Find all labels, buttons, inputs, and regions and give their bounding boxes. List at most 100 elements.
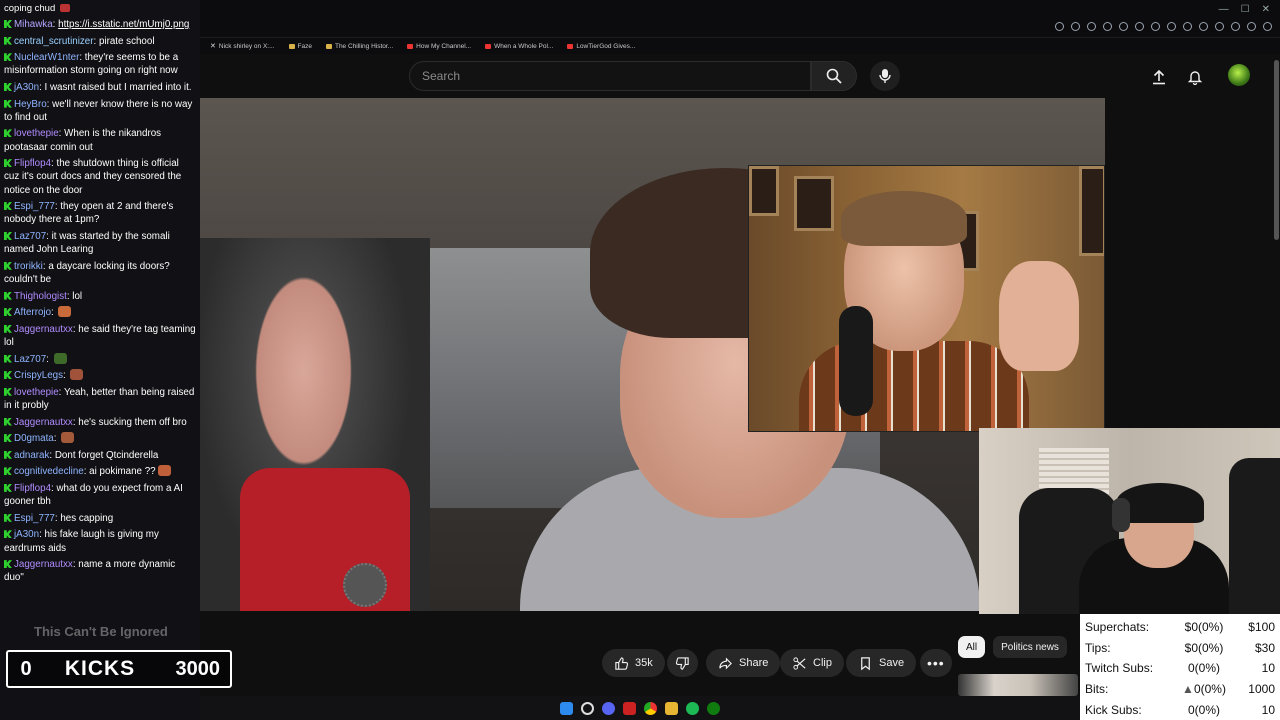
chip-all[interactable]: All	[958, 636, 986, 658]
menu-icon[interactable]	[1263, 22, 1272, 31]
chat-message: jA30n: I wasnt raised but I married into…	[4, 81, 196, 94]
extension-icon[interactable]	[1087, 22, 1096, 31]
chat-message: central_scrutinizer: pirate school	[4, 35, 196, 48]
chat-username[interactable]: cognitivedecline	[14, 466, 84, 477]
extension-icon[interactable]	[1167, 22, 1176, 31]
chat-username[interactable]: Laz707	[14, 354, 46, 365]
chat-username[interactable]: central_scrutinizer	[14, 36, 94, 47]
upload-button[interactable]	[1148, 66, 1170, 88]
xbox-icon[interactable]	[707, 701, 720, 715]
bookmark[interactable]: How My Channel...	[407, 43, 471, 50]
chat-username[interactable]: lovethepie	[14, 128, 59, 139]
search-box	[409, 61, 811, 91]
app-icon[interactable]	[623, 701, 636, 715]
minimize-icon[interactable]: —	[1219, 4, 1229, 15]
extension-icon[interactable]	[1071, 22, 1080, 31]
heart-icon[interactable]	[1151, 22, 1160, 31]
chat-username[interactable]: Espi_777	[14, 201, 55, 212]
close-icon[interactable]: ✕	[1262, 4, 1270, 15]
extension-icon[interactable]	[1215, 22, 1224, 31]
video-person-left	[200, 238, 430, 611]
extension-icon[interactable]	[1103, 22, 1112, 31]
chat-username[interactable]: Flipflop4	[14, 483, 51, 494]
chat-message: Jaggernautxx: he said they're tag teamin…	[4, 323, 196, 348]
kick-badge-icon	[4, 450, 12, 459]
chat-username[interactable]: HeyBro	[14, 99, 47, 110]
discord-icon[interactable]	[602, 701, 615, 715]
folder-icon	[288, 43, 295, 49]
goal-row: Kick Subs: 0(0%) 10	[1085, 699, 1275, 720]
search-input[interactable]	[410, 62, 810, 90]
avatar[interactable]	[1228, 64, 1250, 86]
chrome-icon[interactable]	[644, 701, 657, 715]
chat-username[interactable]: NuclearW1nter	[14, 52, 79, 63]
chat-username[interactable]: lovethepie	[14, 387, 59, 398]
shield-icon[interactable]	[1119, 22, 1128, 31]
warning-icon: ▲	[1182, 682, 1194, 697]
chat-link[interactable]: https://i.sstatic.net/mUmj0.png	[58, 19, 189, 30]
recommendations-panel	[1105, 98, 1280, 428]
bookmark[interactable]: Faze	[288, 43, 312, 50]
notifications-button[interactable]	[1184, 66, 1206, 88]
goal-label: Kick Subs:	[1085, 702, 1142, 717]
chat-username[interactable]: jA30n	[14, 82, 39, 93]
dislike-button[interactable]	[667, 649, 698, 677]
youtube-icon	[567, 43, 574, 49]
chat-username[interactable]: adnarak	[14, 450, 49, 461]
chat-username[interactable]: Jaggernautxx	[14, 559, 73, 570]
chat-username[interactable]: Espi_777	[14, 513, 55, 524]
goal-row: Bits: ▲0(0%) 1000	[1085, 679, 1275, 700]
goal-row: Tips: $0(0%) $30	[1085, 638, 1275, 659]
search-icon[interactable]	[581, 701, 594, 715]
goal-value: 0(0%)	[1187, 661, 1220, 676]
chat-username[interactable]: Jaggernautxx	[14, 417, 73, 428]
maximize-icon[interactable]: ☐	[1241, 4, 1250, 15]
chat-username[interactable]: Jaggernautxx	[14, 324, 73, 335]
chat-username[interactable]: Laz707	[14, 231, 46, 242]
clip-button[interactable]: Clip	[780, 649, 844, 677]
chip-politics-news[interactable]: Politics news	[993, 636, 1067, 658]
volume-icon[interactable]	[1183, 22, 1192, 31]
chat-message: Espi_777: hes capping	[4, 512, 196, 525]
page-scrollbar[interactable]	[1274, 60, 1279, 240]
goal-value: 0(0%)	[1187, 702, 1220, 717]
chat-username[interactable]: CrispyLegs	[14, 370, 63, 381]
more-actions-button[interactable]: •••	[920, 649, 952, 677]
bookmark[interactable]: The Chilling Histor...	[325, 43, 393, 50]
search-button[interactable]	[811, 61, 857, 91]
share-icon	[719, 656, 732, 670]
goal-label: Tips:	[1085, 640, 1111, 655]
extension-icons	[1055, 22, 1272, 31]
emote-icon	[157, 465, 171, 477]
bookmark[interactable]: ✕ Nick shirley on X:...	[210, 42, 275, 51]
extension-icon[interactable]	[1199, 22, 1208, 31]
chat-username[interactable]: Flipflop4	[14, 158, 51, 169]
extension-icon[interactable]	[1231, 22, 1240, 31]
zoom-icon[interactable]	[1055, 22, 1064, 31]
chat-username[interactable]: trorikki	[14, 261, 43, 272]
chat-username[interactable]: Thighologist	[14, 291, 67, 302]
folder-icon[interactable]	[665, 701, 678, 715]
like-button[interactable]: 35k	[602, 649, 665, 677]
ai-icon[interactable]	[1247, 22, 1256, 31]
chat-username[interactable]: jA30n	[14, 529, 39, 540]
bookmark[interactable]: When a Whole Pol...	[485, 43, 553, 50]
spotify-icon[interactable]	[686, 701, 699, 715]
recommended-video-thumbnail[interactable]	[958, 674, 1078, 696]
chat-username[interactable]: Mihawka	[14, 19, 53, 30]
windows-start-icon[interactable]	[560, 701, 573, 715]
like-count: 35k	[635, 657, 653, 669]
voice-search-button[interactable]	[870, 61, 900, 91]
play-icon[interactable]	[1135, 22, 1144, 31]
share-button[interactable]: Share	[706, 649, 781, 677]
chat-username[interactable]: D0gmata	[14, 433, 54, 444]
chat-panel: coping chud Mihawka: https://i.sstatic.n…	[0, 0, 200, 720]
bookmark[interactable]: LowTierGod Gives...	[567, 43, 635, 50]
goal-progress: 0(0%)	[1163, 661, 1245, 675]
save-button[interactable]: Save	[846, 649, 917, 677]
goal-target: 10	[1261, 702, 1275, 717]
chat-text: lol	[72, 290, 83, 302]
lapel-mic	[343, 563, 387, 607]
kick-badge-icon	[4, 308, 12, 317]
chat-username[interactable]: Afterrojo	[14, 307, 51, 318]
